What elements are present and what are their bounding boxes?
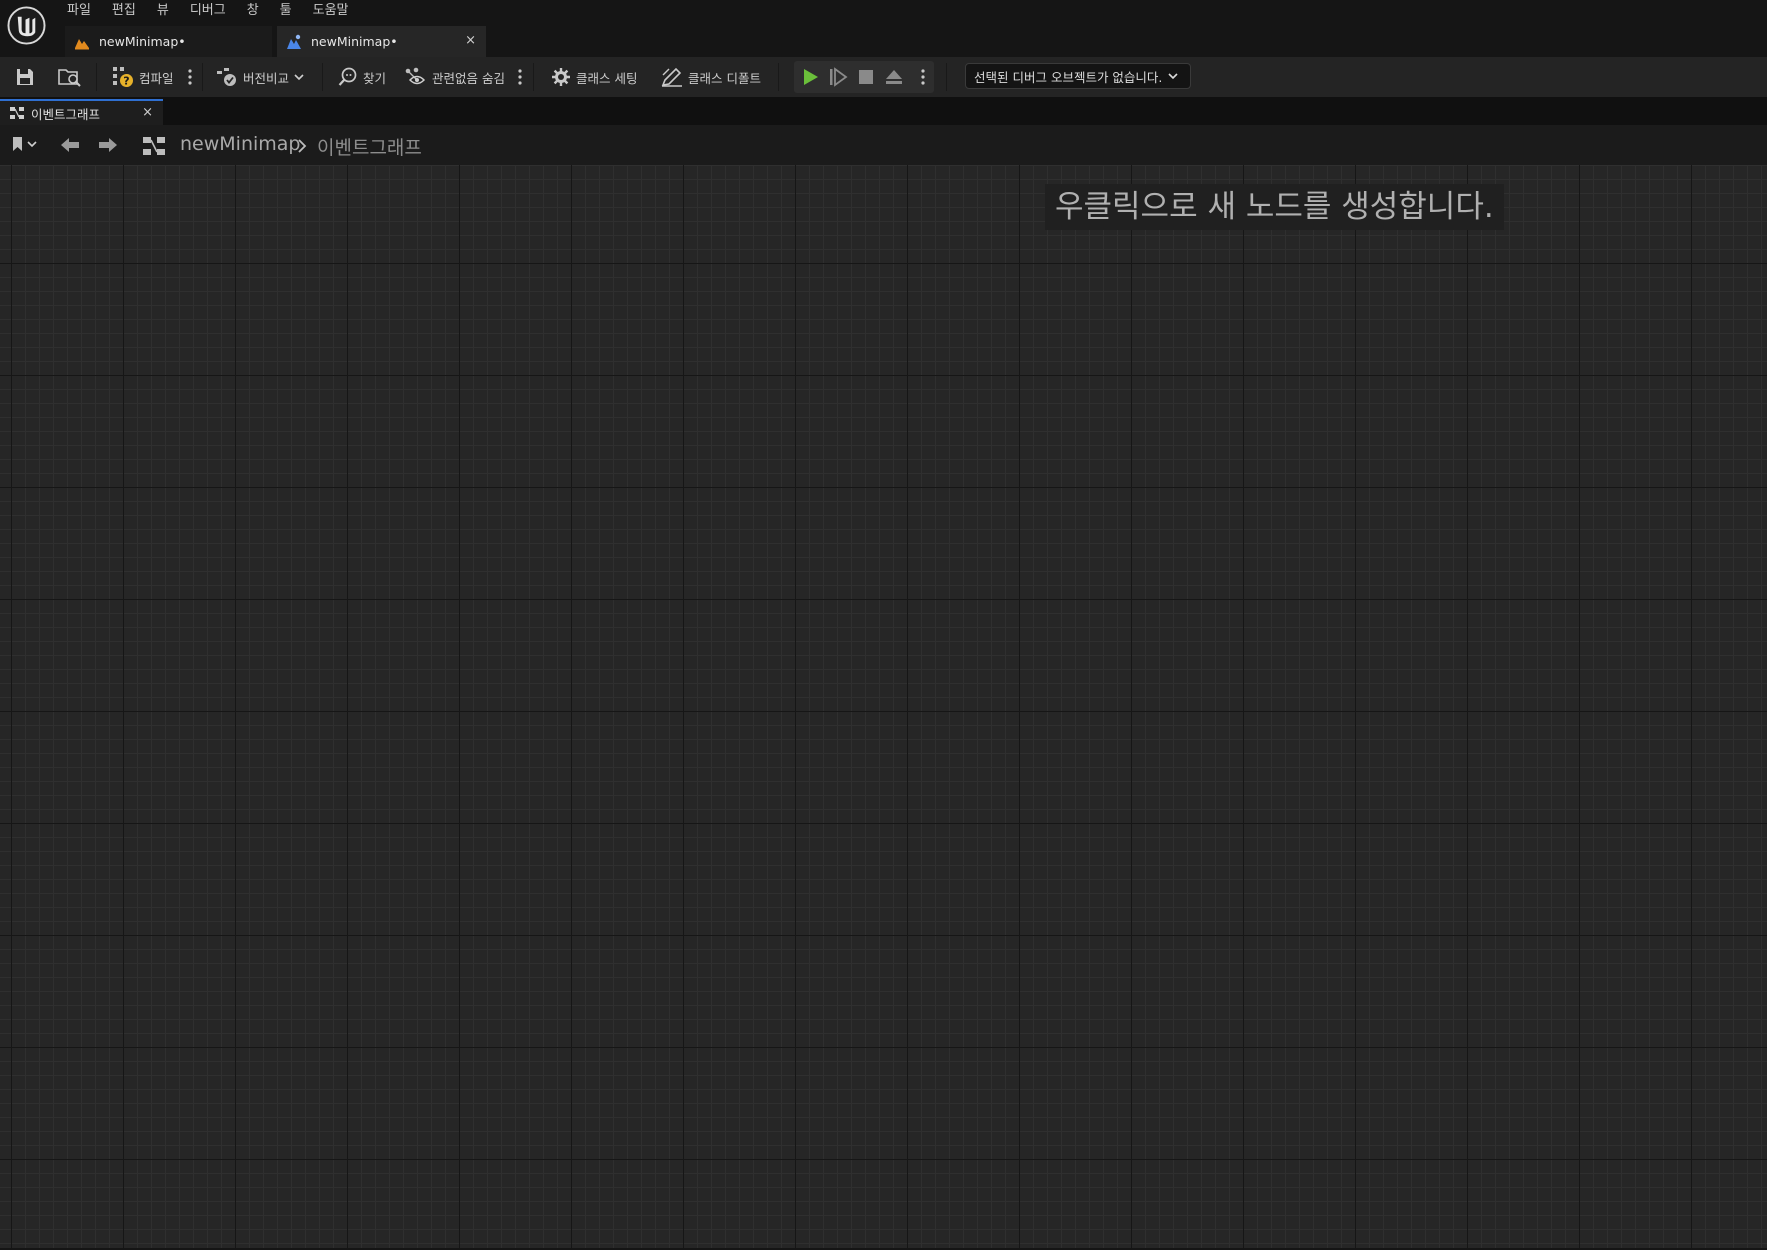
class-settings-label: 클래스 세팅 xyxy=(576,70,638,86)
browse-button[interactable] xyxy=(58,57,82,97)
class-defaults-label: 클래스 디폴트 xyxy=(688,70,761,86)
toolbar-separator xyxy=(778,63,779,91)
play-options-kebab-icon[interactable] xyxy=(919,67,927,87)
save-button[interactable] xyxy=(15,57,35,97)
menu-bar: 파일 편집 뷰 디버그 창 툴 도움말 xyxy=(58,0,361,22)
unreal-logo-icon[interactable] xyxy=(7,6,46,45)
material-icon xyxy=(75,38,89,49)
debug-object-label: 선택된 디버그 오브젝트가 없습니다. xyxy=(974,69,1163,85)
play-icon[interactable] xyxy=(800,67,820,87)
compile-warning-icon: ? xyxy=(113,67,133,88)
compile-button[interactable]: ? 컴파일 xyxy=(112,57,174,97)
chevron-down-icon xyxy=(294,74,304,81)
event-graph-icon xyxy=(143,137,165,155)
graph-hint-text: 우클릭으로 새 노드를 생성합니다. xyxy=(1045,184,1504,230)
menu-file[interactable]: 파일 xyxy=(58,0,103,22)
class-defaults-icon xyxy=(661,67,682,87)
panel-tab-bar: 이벤트그래프 × xyxy=(0,97,1767,125)
menu-help[interactable]: 도움말 xyxy=(304,0,361,22)
toolbar-separator xyxy=(533,63,534,91)
menu-view[interactable]: 뷰 xyxy=(148,0,181,22)
menu-debug[interactable]: 디버그 xyxy=(181,0,238,22)
doc-tab-label: newMinimap• xyxy=(99,34,186,49)
close-icon[interactable]: × xyxy=(465,33,476,48)
breadcrumb-root[interactable]: newMinimap xyxy=(180,133,300,155)
save-icon xyxy=(17,69,33,85)
bookmark-dropdown[interactable] xyxy=(11,135,39,153)
gear-icon xyxy=(552,68,570,86)
hide-unrelated-label: 관련없음 숨김 xyxy=(432,70,505,86)
menu-edit[interactable]: 편집 xyxy=(103,0,148,22)
toolbar-separator xyxy=(96,63,97,91)
doc-tab-material[interactable]: newMinimap• xyxy=(65,26,272,57)
step-icon[interactable] xyxy=(828,67,848,87)
hide-unrelated-button[interactable]: 관련없음 숨김 xyxy=(405,57,505,97)
eject-icon[interactable] xyxy=(884,67,904,87)
title-bar: 파일 편집 뷰 디버그 창 툴 도움말 newMinimap• newMinim… xyxy=(0,0,1767,57)
find-label: 찾기 xyxy=(363,70,387,86)
toolbar-separator xyxy=(202,63,203,91)
diff-icon xyxy=(217,68,236,86)
chevron-right-icon xyxy=(298,139,307,153)
widget-blueprint-icon xyxy=(287,34,301,49)
class-defaults-button[interactable]: 클래스 디폴트 xyxy=(661,57,761,97)
find-button[interactable]: 찾기 xyxy=(338,57,386,97)
compile-label: 컴파일 xyxy=(139,70,174,86)
graph-nav-bar: newMinimap 이벤트그래프 xyxy=(0,125,1767,165)
chevron-down-icon xyxy=(27,141,37,148)
tab-event-graph[interactable]: 이벤트그래프 × xyxy=(0,99,163,125)
doc-tab-widget[interactable]: newMinimap• × xyxy=(277,26,486,57)
svg-text:?: ? xyxy=(123,75,129,88)
tab-event-graph-label: 이벤트그래프 xyxy=(31,106,101,122)
find-icon xyxy=(338,67,357,86)
bookmark-icon xyxy=(13,137,22,151)
main-toolbar: ? 컴파일 버전비교 찾기 관련없음 숨김 클래스 세팅 클래스 디폴트 선택된… xyxy=(0,57,1767,97)
diff-label: 버전비교 xyxy=(243,70,290,86)
forward-arrow-icon[interactable] xyxy=(97,136,119,154)
graph-options-kebab-icon[interactable] xyxy=(516,67,524,87)
diff-dropdown[interactable]: 버전비교 xyxy=(216,57,306,97)
compile-options-kebab-icon[interactable] xyxy=(186,67,194,87)
folder-search-icon xyxy=(58,69,81,87)
toolbar-separator xyxy=(322,63,323,91)
doc-tab-label: newMinimap• xyxy=(311,34,398,49)
menu-window[interactable]: 창 xyxy=(238,0,271,22)
debug-object-dropdown[interactable]: 선택된 디버그 오브젝트가 없습니다. xyxy=(965,63,1191,89)
play-controls xyxy=(794,61,934,93)
event-graph-icon xyxy=(10,107,24,119)
close-icon[interactable]: × xyxy=(142,105,153,120)
class-settings-button[interactable]: 클래스 세팅 xyxy=(551,57,637,97)
back-arrow-icon[interactable] xyxy=(59,136,81,154)
toolbar-separator xyxy=(946,63,947,91)
chevron-down-icon xyxy=(1168,73,1178,80)
stop-icon[interactable] xyxy=(856,67,876,87)
hide-unrelated-icon xyxy=(405,67,426,85)
breadcrumb-current: 이벤트그래프 xyxy=(317,137,422,159)
menu-tools[interactable]: 툴 xyxy=(271,0,304,22)
graph-canvas[interactable] xyxy=(0,165,1767,1250)
